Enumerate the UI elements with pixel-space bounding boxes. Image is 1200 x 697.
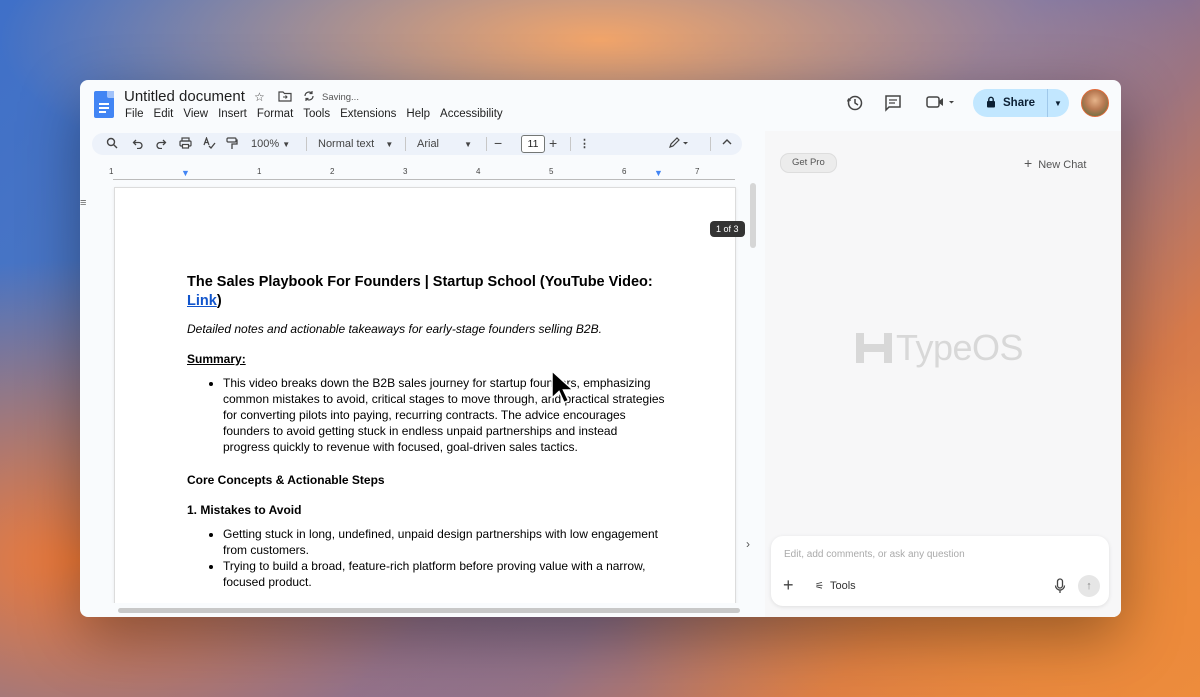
font-value: Arial [417,138,440,150]
ruler-number: 5 [549,167,554,176]
new-chat-label: New Chat [1038,159,1087,171]
docs-header: Untitled document ☆ Saving... File Edit … [80,80,1121,130]
font-size-input[interactable]: 11 [521,135,545,153]
send-button[interactable]: ↑ [1078,575,1100,597]
page-indicator: 1 of 3 [710,221,745,237]
doc-title[interactable]: Untitled document [124,88,245,105]
menu-extensions[interactable]: Extensions [340,108,396,120]
video-link[interactable]: Link [187,293,217,309]
zoom-select[interactable]: 100% ▼ [251,137,290,151]
meet-icon[interactable] [924,94,956,115]
paragraph-style-select[interactable]: Normal text ▼ [318,137,393,151]
horizontal-scrollbar[interactable] [118,608,740,613]
formatting-toolbar: 100% ▼ Normal text ▼ Arial ▼ − 11 + ⋮ [92,133,742,155]
sliders-icon: ⚟ [815,581,824,592]
menu-insert[interactable]: Insert [218,108,247,120]
increase-font-size-button[interactable]: + [549,136,557,150]
chevron-down-icon[interactable]: ▼ [1054,99,1062,108]
vertical-scrollbar[interactable] [750,183,756,248]
assistant-panel: Get Pro + New Chat TypeOS + ⚟ Tools ↑ [765,131,1121,617]
menu-bar: File Edit View Insert Format Tools Exten… [125,108,503,120]
toolbar-divider [710,137,711,151]
menu-tools[interactable]: Tools [303,108,330,120]
chat-composer: + ⚟ Tools ↑ [771,536,1109,606]
spellcheck-icon[interactable] [203,136,216,151]
font-select[interactable]: Arial ▼ [417,137,472,151]
indent-marker[interactable]: ▼ [181,168,190,178]
ruler-number: 7 [695,167,700,176]
ruler-number: 1 [257,167,262,176]
microphone-icon[interactable] [1054,578,1066,597]
plus-icon: + [1024,155,1033,171]
tools-button[interactable]: ⚟ Tools [815,580,856,592]
zoom-value: 100% [251,138,280,150]
document-page[interactable]: The Sales Playbook For Founders | Startu… [114,187,736,603]
app-window: Untitled document ☆ Saving... File Edit … [80,80,1121,617]
avatar[interactable] [1081,89,1109,117]
share-divider [1046,89,1048,117]
undo-icon[interactable] [132,137,144,151]
editing-mode-icon[interactable] [668,137,690,151]
more-options-icon[interactable]: ⋮ [579,137,590,151]
search-icon[interactable] [106,137,118,151]
list-item[interactable]: Getting stuck in long, undefined, unpaid… [223,526,667,558]
tools-label: Tools [829,580,856,592]
style-value: Normal text [318,138,375,150]
docs-logo-icon[interactable] [94,91,114,118]
ruler-number: 6 [622,167,627,176]
toolbar-divider [306,137,307,151]
decrease-font-size-button[interactable]: − [494,136,502,150]
document-outline-icon[interactable]: ≡ [80,197,88,209]
print-icon[interactable] [179,137,192,151]
menu-view[interactable]: View [183,108,208,120]
get-pro-button[interactable]: Get Pro [780,153,837,173]
list-item[interactable]: This video breaks down the B2B sales jou… [223,375,667,455]
toolbar-divider [570,137,571,151]
mouse-cursor-icon [551,370,575,404]
lock-icon [986,96,996,111]
list-item[interactable]: Trying to build a broad, feature-rich pl… [223,558,667,590]
page-content[interactable]: The Sales Playbook For Founders | Startu… [187,273,667,590]
menu-file[interactable]: File [125,108,144,120]
mistakes-list: Getting stuck in long, undefined, unpaid… [187,526,667,590]
comments-icon[interactable] [882,94,904,117]
new-chat-button[interactable]: + New Chat [1024,155,1086,171]
ruler[interactable]: 1 ▼ 1 2 3 4 5 6 ▼ 7 [109,167,735,180]
toolbar-divider [486,137,487,151]
hide-menus-icon[interactable] [722,137,732,151]
paint-format-icon[interactable] [226,137,238,151]
doc-heading[interactable]: The Sales Playbook For Founders | Startu… [187,273,667,311]
sync-icon [303,90,315,105]
mistakes-heading[interactable]: 1. Mistakes to Avoid [187,503,667,517]
typeos-logo-icon [856,333,892,363]
chevron-right-icon[interactable]: › [746,537,750,551]
ruler-number: 3 [403,167,408,176]
share-button[interactable]: Share ▼ [973,89,1069,117]
move-folder-icon[interactable] [278,90,292,105]
redo-icon[interactable] [155,137,167,151]
brand-logo: TypeOS [856,327,1024,369]
ruler-number: 4 [476,167,481,176]
document-canvas[interactable]: The Sales Playbook For Founders | Startu… [80,183,760,603]
version-history-icon[interactable] [844,94,866,117]
toolbar-divider [405,137,406,151]
doc-subtitle[interactable]: Detailed notes and actionable takeaways … [187,322,667,336]
summary-list: This video breaks down the B2B sales jou… [187,375,667,455]
menu-format[interactable]: Format [257,108,293,120]
share-label: Share [1003,97,1035,109]
add-attachment-icon[interactable]: + [783,575,794,596]
menu-edit[interactable]: Edit [154,108,174,120]
right-indent-marker[interactable]: ▼ [654,168,663,178]
brand-name: TypeOS [896,327,1024,368]
ruler-number: 2 [330,167,335,176]
menu-accessibility[interactable]: Accessibility [440,108,503,120]
chat-input[interactable] [784,549,1084,560]
summary-heading[interactable]: Summary: [187,352,667,366]
ruler-number: 1 [109,167,114,176]
menu-help[interactable]: Help [406,108,430,120]
save-status: Saving... [322,92,359,103]
star-icon[interactable]: ☆ [254,90,265,104]
core-concepts-heading[interactable]: Core Concepts & Actionable Steps [187,473,667,487]
